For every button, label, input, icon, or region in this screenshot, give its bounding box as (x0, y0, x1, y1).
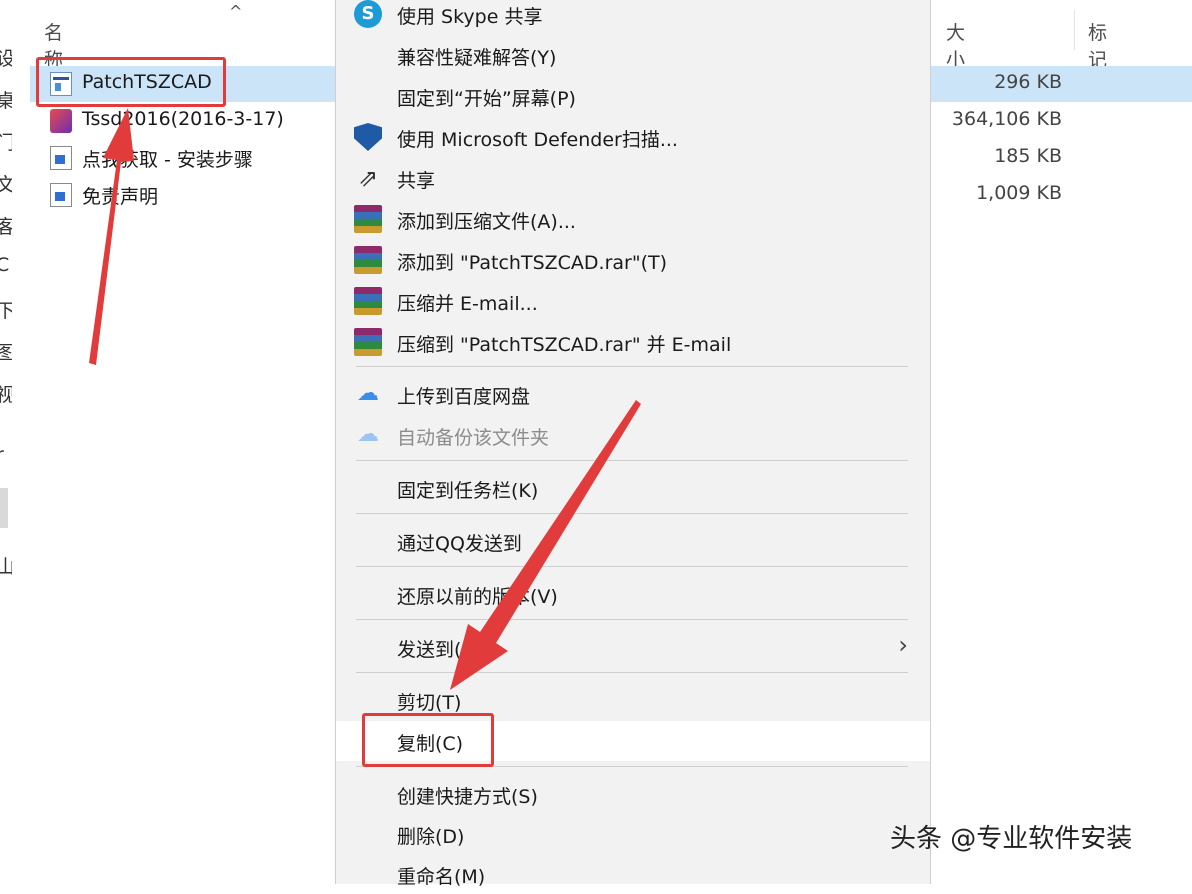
menu-item-label: 剪切(T) (397, 692, 462, 714)
baidu-netdisk-icon: ☁ (357, 381, 379, 406)
menu-item-label: 固定到任务栏(K) (397, 480, 539, 502)
menu-item-label: 创建快捷方式(S) (397, 786, 538, 808)
menu-item-pin-start[interactable]: 固定到“开始”屏幕(P) (336, 76, 930, 116)
file-size: 1,009 KB (976, 182, 1062, 204)
file-row[interactable]: 免责声明 (44, 177, 344, 213)
menu-item-delete[interactable]: 删除(D) (336, 814, 930, 854)
menu-separator (356, 566, 908, 567)
menu-item-share[interactable]: ⇗ 共享 (336, 158, 930, 198)
file-size: 296 KB (994, 71, 1062, 93)
skype-icon: S (354, 0, 382, 28)
menu-item-rename[interactable]: 重命名(M) (336, 854, 930, 894)
menu-item-compress-rar-email[interactable]: 压缩到 "PatchTSZCAD.rar" 并 E-mail (336, 322, 930, 362)
column-divider[interactable] (1074, 10, 1075, 50)
doc-icon (50, 183, 72, 207)
menu-item-send-to[interactable]: 发送到(N) › (336, 627, 930, 667)
nav-item[interactable]: 桌 (0, 86, 12, 113)
menu-item-label: 发送到(N) (397, 639, 484, 661)
file-name: Tssd2016(2016-3-17) (82, 108, 284, 130)
navigation-pane: 设 桌 门 文 客 C 下 图 视 r 山 (0, 0, 12, 877)
winrar-icon (354, 205, 382, 233)
menu-item-label: 使用 Microsoft Defender扫描... (397, 129, 678, 151)
file-name: 免责声明 (82, 186, 159, 208)
menu-separator (356, 619, 908, 620)
nav-item[interactable]: 设 (0, 44, 12, 71)
nav-item[interactable]: 图 (0, 338, 12, 365)
menu-item-add-archive[interactable]: 添加到压缩文件(A)... (336, 199, 930, 239)
doc-icon (50, 146, 72, 170)
file-row[interactable]: Tssd2016(2016-3-17) (44, 103, 344, 139)
navigation-selected-item[interactable] (0, 488, 8, 528)
menu-item-label: 兼容性疑难解答(Y) (397, 47, 557, 69)
nav-item[interactable]: 山 (0, 552, 12, 579)
app-icon (50, 109, 72, 133)
menu-item-label: 删除(D) (397, 826, 465, 848)
menu-item-label: 使用 Skype 共享 (397, 6, 543, 28)
menu-item-label: 添加到 "PatchTSZCAD.rar"(T) (397, 252, 668, 274)
annotation-highlight-copy (362, 713, 494, 767)
menu-item-label: 自动备份该文件夹 (397, 427, 550, 449)
menu-item-label: 固定到“开始”屏幕(P) (397, 88, 576, 110)
menu-item-send-qq[interactable]: 通过QQ发送到 (336, 521, 930, 561)
menu-item-pin-taskbar[interactable]: 固定到任务栏(K) (336, 468, 930, 508)
chevron-right-icon: › (898, 631, 908, 659)
menu-item-label: 通过QQ发送到 (397, 533, 522, 555)
nav-item[interactable]: C (0, 254, 9, 276)
winrar-icon (354, 287, 382, 315)
nav-item[interactable]: 客 (0, 212, 12, 239)
menu-item-label: 压缩并 E-mail... (397, 293, 538, 315)
annotation-highlight-file (36, 57, 226, 107)
menu-item-compatibility[interactable]: 兼容性疑难解答(Y) (336, 35, 930, 75)
nav-item[interactable]: 视 (0, 380, 12, 407)
menu-item-label: 压缩到 "PatchTSZCAD.rar" 并 E-mail (397, 334, 732, 356)
menu-item-skype-share[interactable]: S 使用 Skype 共享 (336, 0, 930, 34)
winrar-icon (354, 246, 382, 274)
defender-icon (354, 123, 382, 151)
menu-item-compress-email[interactable]: 压缩并 E-mail... (336, 281, 930, 321)
menu-item-baidu-upload[interactable]: ☁ 上传到百度网盘 (336, 374, 930, 414)
menu-item-label: 重命名(M) (397, 866, 486, 888)
column-header-size[interactable]: 大小 (946, 18, 965, 72)
winrar-icon (354, 328, 382, 356)
nav-item[interactable]: 下 (0, 296, 12, 323)
menu-separator (356, 513, 908, 514)
share-icon: ⇗ (357, 164, 379, 192)
nav-item[interactable]: r (0, 444, 4, 466)
file-size: 364,106 KB (951, 108, 1062, 130)
file-size: 185 KB (994, 145, 1062, 167)
menu-item-label: 上传到百度网盘 (397, 386, 531, 408)
menu-item-restore-versions[interactable]: 还原以前的版本(V) (336, 574, 930, 614)
column-header-tag[interactable]: 标记 (1088, 18, 1107, 72)
menu-item-label: 还原以前的版本(V) (397, 586, 558, 608)
nav-item[interactable]: 文 (0, 170, 12, 197)
menu-item-label: 共享 (397, 170, 436, 192)
menu-separator (356, 460, 908, 461)
menu-separator (356, 672, 908, 673)
menu-item-defender-scan[interactable]: 使用 Microsoft Defender扫描... (336, 117, 930, 157)
menu-separator (356, 366, 908, 367)
menu-item-create-shortcut[interactable]: 创建快捷方式(S) (336, 774, 930, 814)
file-name: 点我获取 - 安装步骤 (82, 149, 253, 171)
menu-item-baidu-backup: ☁ 自动备份该文件夹 (336, 415, 930, 455)
file-row[interactable]: 点我获取 - 安装步骤 (44, 140, 344, 176)
menu-item-add-to-rar[interactable]: 添加到 "PatchTSZCAD.rar"(T) (336, 240, 930, 280)
nav-item[interactable]: 门 (0, 128, 12, 155)
menu-item-label: 添加到压缩文件(A)... (397, 211, 576, 233)
baidu-netdisk-icon: ☁ (357, 422, 379, 447)
chevron-up-icon: ^ (229, 2, 243, 21)
watermark: 头条 @专业软件安装 (890, 824, 1133, 854)
